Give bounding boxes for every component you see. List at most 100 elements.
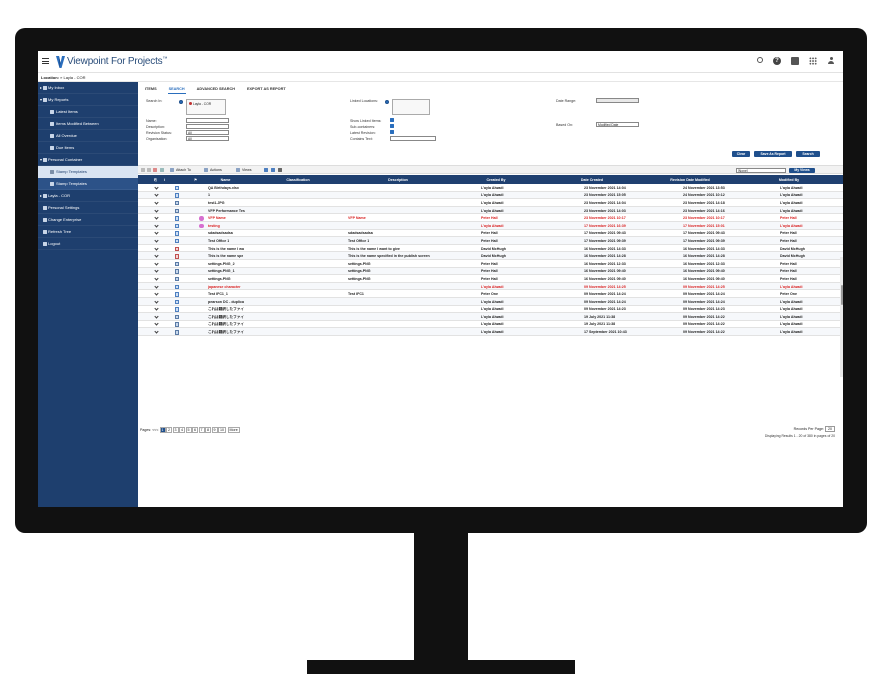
edit-icon[interactable] [154,276,159,281]
sidebar-item-stamp-templates[interactable]: Stamp Templates [38,178,138,190]
edit-icon[interactable] [154,223,159,228]
based-on-select[interactable]: Modified Date [596,122,639,127]
table-row[interactable]: testing L'ayla Alwadi 17 November 2021 16:… [138,221,843,230]
cell-name[interactable]: Test Office 1 [208,239,229,243]
table-row[interactable]: This is the name I wa This is the name I … [138,245,843,253]
edit-icon[interactable] [154,283,159,289]
cell-name[interactable]: これは翻訳したファイ [208,315,244,320]
expand-icon[interactable] [40,194,42,197]
table-row[interactable]: これは翻訳したファイ L'ayla Alwadi 19 July 2021 11:3… [138,313,843,321]
col-created-by[interactable]: Created By [448,178,544,182]
sub-containers-checkbox[interactable] [390,124,394,128]
table-row[interactable]: これは翻訳したファイ L'ayla Alwadi 09 November 2021 … [138,306,843,314]
edit-icon[interactable] [154,215,159,220]
save-icon[interactable] [271,168,275,172]
cell-name[interactable]: settings.PNG [208,277,231,281]
edit-icon[interactable] [154,299,159,304]
views-select[interactable]: [None] [736,167,786,173]
actions-menu[interactable]: Actions [210,168,222,172]
excel-export-icon[interactable] [264,168,268,172]
cell-name[interactable]: japanese character [208,285,241,289]
pager-page[interactable]: 7 [198,427,205,433]
table-row[interactable]: QA Birthdays.xlsx L'ayla Alwadi 23 Novembe… [138,184,843,192]
pager-page[interactable]: 2 [166,427,172,433]
cell-name[interactable]: This is the name spe [208,254,243,258]
sidebar-item-due-items[interactable]: Due Items [38,142,138,154]
col-revision-date-modified[interactable]: Revision Date Modified [640,178,740,182]
edit-icon[interactable] [154,245,159,251]
table-row[interactable]: settings.PNG settings.PNG Peter Hall 16 Nov… [138,275,843,283]
edit-icon[interactable] [154,261,159,266]
show-linked-checkbox[interactable] [390,118,394,122]
table-row[interactable]: 1 L'ayla Alwadi 23 November 2021 15:05 24 N… [138,191,843,200]
cell-name[interactable]: 1 [208,193,210,197]
description-field[interactable] [186,124,229,129]
table-row[interactable]: This is the name spe This is the name spe… [138,252,843,260]
edit-icon[interactable] [154,200,159,205]
tab-search[interactable]: SEARCH [167,85,186,94]
contains-text-field[interactable] [390,136,436,141]
table-row[interactable]: Test IFC1_1 Test IFC1 Peter One 09 November… [138,290,843,298]
pager-prev[interactable]: <<< [152,428,158,432]
sidebar-item-stamp-templates-selected[interactable]: Stamp Templates [38,166,138,178]
linked-locations-radio[interactable] [385,100,389,104]
grid-scrollbar[interactable] [840,257,843,377]
cell-name[interactable]: pearson DC - duplica [208,300,244,304]
cell-name[interactable]: VFP Performance Tes [208,209,245,213]
sidebar-item-all-overdue[interactable]: All Overdue [38,130,138,142]
cell-name[interactable]: これは翻訳したファイ [208,330,244,335]
my-views-button[interactable]: My Views [789,167,815,173]
table-row[interactable]: pearson DC - duplica L'ayla Alwadi 09 Nove… [138,297,843,306]
cell-name[interactable]: sdadsadsadsa [208,231,233,235]
cell-name[interactable]: test1.JPG [208,201,225,205]
pager-more[interactable]: More [227,427,240,433]
col-date-created[interactable]: Date Created [544,178,640,182]
table-row[interactable]: これは翻訳したファイ L'ayla Alwadi 17 September 2021… [138,328,843,336]
edit-icon[interactable] [154,291,159,296]
menu-icon[interactable] [42,58,49,64]
cell-name[interactable]: settings.PNG_2 [208,262,235,266]
cell-name[interactable]: VFP Name [208,216,226,220]
expand-icon[interactable] [40,86,42,89]
date-range-select[interactable] [596,98,639,103]
col-modified-by[interactable]: Modified By [740,178,838,182]
edit-icon[interactable] [154,192,159,198]
pager-page[interactable]: 1 [159,427,166,433]
col-classification[interactable]: Classification [248,178,348,182]
edit-icon[interactable] [154,230,159,235]
tab-advanced-search[interactable]: ADVANCED SEARCH [196,85,236,94]
cell-name[interactable]: Test IFC1_1 [208,292,228,296]
sidebar-item-change-enterprise[interactable]: Change Enterprise [38,214,138,226]
collapse-icon[interactable] [40,159,42,161]
user-icon[interactable] [827,57,835,65]
sidebar-item-my-reports[interactable]: My Reports [38,94,138,106]
table-row[interactable]: VFP Name VFP Name Peter Hall 23 November 20… [138,214,843,222]
edit-icon[interactable] [154,238,159,243]
pager-page[interactable]: 10 [218,427,226,433]
pager-page[interactable]: 9 [211,427,218,433]
edit-icon[interactable] [154,314,159,319]
cell-name[interactable]: QA Birthdays.xlsx [208,186,239,190]
table-row[interactable]: Test Office 1 Test Office 1 Peter Hall 17 N… [138,237,843,245]
chat-icon[interactable] [791,57,799,65]
pager-page[interactable]: 4 [179,427,185,433]
sidebar-item-logout[interactable]: Logout [38,238,138,250]
edit-icon[interactable] [154,329,159,334]
sidebar-item-my-inbox[interactable]: My Inbox [38,82,138,94]
back-icon[interactable] [141,168,145,172]
print-icon[interactable] [278,168,282,172]
edit-icon[interactable] [154,306,159,311]
table-row[interactable]: これは翻訳したファイ L'ayla Alwadi 19 July 2021 11:3… [138,321,843,329]
search-button[interactable]: Search [796,151,820,157]
revision-status-select[interactable]: All [186,130,229,135]
search-in-box[interactable]: Layla - COR [186,99,226,115]
cell-name[interactable]: This is the name I wa [208,247,244,251]
table-row[interactable]: sdadsadsadsa sdadsadsadsa Peter Hall 17 Nov… [138,230,843,238]
pager-page[interactable]: 8 [205,427,211,433]
cell-name[interactable]: これは翻訳したファイ [208,322,244,327]
collapse-icon[interactable] [40,99,42,101]
pager-page[interactable]: 3 [172,427,179,433]
location-path[interactable]: Layla - COR [63,75,85,80]
table-row[interactable]: VFP Performance Tes L'ayla Alwadi 23 Novem… [138,206,843,215]
latest-revision-checkbox[interactable] [390,130,394,134]
